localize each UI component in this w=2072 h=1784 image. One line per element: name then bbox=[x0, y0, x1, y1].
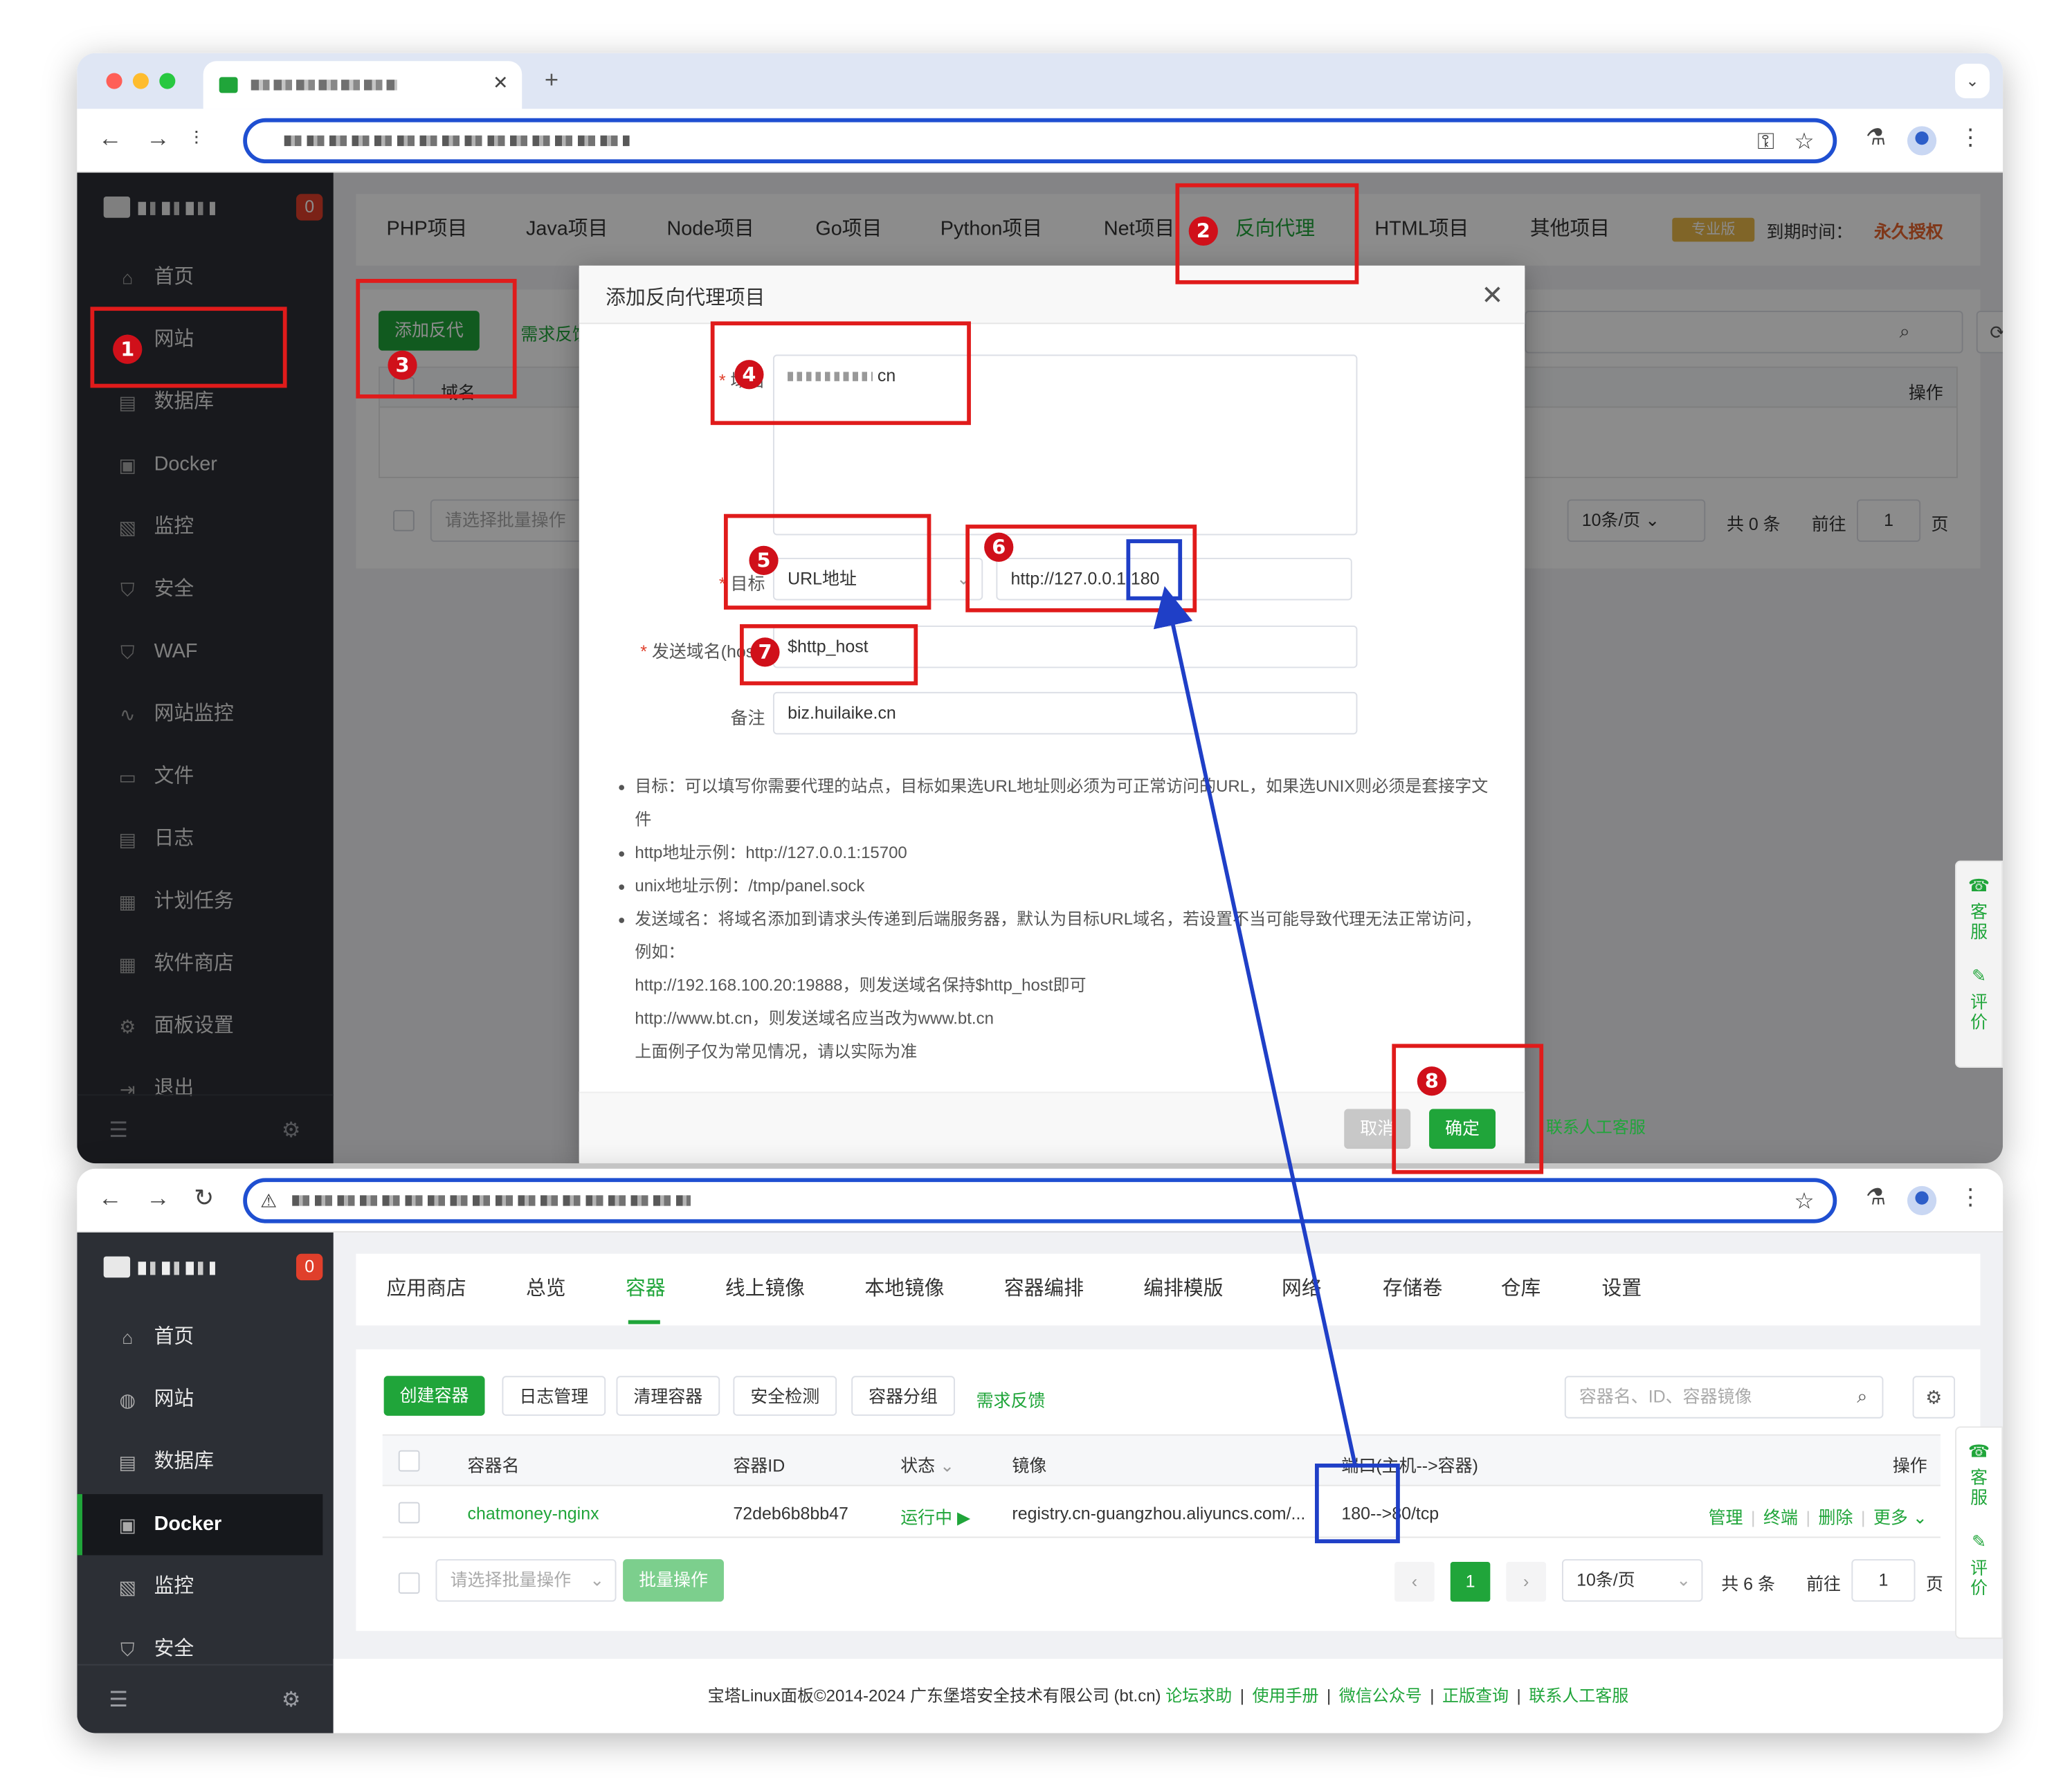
step-badge-1: 1 bbox=[113, 334, 143, 364]
step-badge-3: 3 bbox=[388, 350, 417, 380]
step-badge-6: 6 bbox=[984, 532, 1014, 562]
step-badge-5: 5 bbox=[749, 545, 779, 576]
step-badge-2: 2 bbox=[1188, 216, 1218, 246]
annotation-arrow bbox=[1153, 586, 1357, 1464]
step-badge-8: 8 bbox=[1417, 1066, 1447, 1096]
step-badge-4: 4 bbox=[734, 360, 764, 390]
step-badge-7: 7 bbox=[750, 637, 780, 667]
screenshot-stage: ✕ + ⌄ ← → ⫶ ⚿ ☆ ⚗ ⋮ 0 ⌂ 首页 网站 ▤ 数据库 ▣ Do… bbox=[0, 0, 2072, 1783]
